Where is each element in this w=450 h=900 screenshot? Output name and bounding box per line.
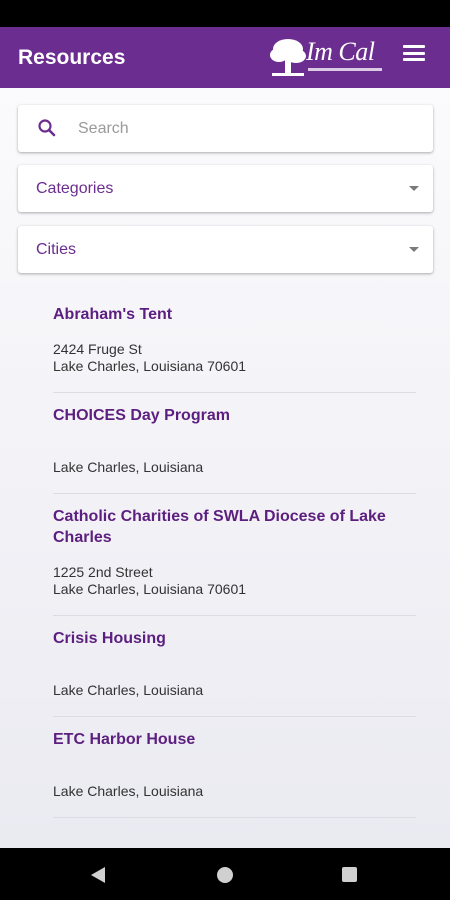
list-item[interactable]: Catholic Charities of SWLA Diocese of La… [53,494,416,616]
list-item[interactable]: Abraham's Tent 2424 Fruge St Lake Charle… [53,292,416,393]
resource-name: CHOICES Day Program [53,407,230,424]
search-bar [18,105,433,152]
resource-city: Lake Charles, Louisiana [53,783,204,799]
resource-city: Lake Charles, Louisiana 70601 [53,581,247,597]
dropdown-arrow-icon [409,186,419,191]
resource-city: Lake Charles, Louisiana 70601 [53,358,247,374]
page-title: Resources [18,45,126,69]
resource-street [53,442,416,459]
list-item[interactable]: ETC Harbor House Lake Charles, Louisiana [53,717,416,818]
list-item[interactable]: CHOICES Day Program Lake Charles, Louisi… [53,393,416,494]
categories-label: Categories [36,179,114,197]
home-icon[interactable] [217,867,233,883]
resource-name: Catholic Charities of SWLA Diocese of La… [53,508,386,546]
dropdown-arrow-icon [409,247,419,252]
resource-name: Crisis Housing [53,630,166,647]
cities-label: Cities [36,240,77,258]
resource-city: Lake Charles, Louisiana [53,682,204,698]
list-item[interactable]: Crisis Housing Lake Charles, Louisiana [53,616,416,717]
recent-apps-icon[interactable] [342,867,357,882]
resource-street [53,766,416,783]
content-area: Categories Cities Abraham's Tent 2424 Fr… [0,88,450,848]
resource-name: ETC Harbor House [53,731,196,748]
imcal-logo: Im Cal [268,35,384,81]
resource-street: 2424 Fruge St [53,341,142,357]
logo-tagline [308,68,382,71]
logo-text: Im Cal [306,37,375,66]
search-icon [38,119,56,137]
tree-logo-icon [270,39,306,76]
resource-street [53,665,416,682]
hamburger-menu-icon [403,45,425,48]
categories-dropdown[interactable]: Categories [18,165,433,212]
status-bar [0,0,450,27]
menu-button[interactable] [402,43,426,63]
search-input[interactable] [78,105,418,152]
resource-street: 1225 2nd Street [53,564,153,580]
resource-city: Lake Charles, Louisiana [53,459,204,475]
resource-list: Abraham's Tent 2424 Fruge St Lake Charle… [53,292,416,818]
app-bar: Resources Im Cal [0,27,450,88]
resource-name: Abraham's Tent [53,306,173,323]
back-icon[interactable] [91,867,105,883]
cities-dropdown[interactable]: Cities [18,226,433,273]
system-nav-bar [0,848,450,900]
